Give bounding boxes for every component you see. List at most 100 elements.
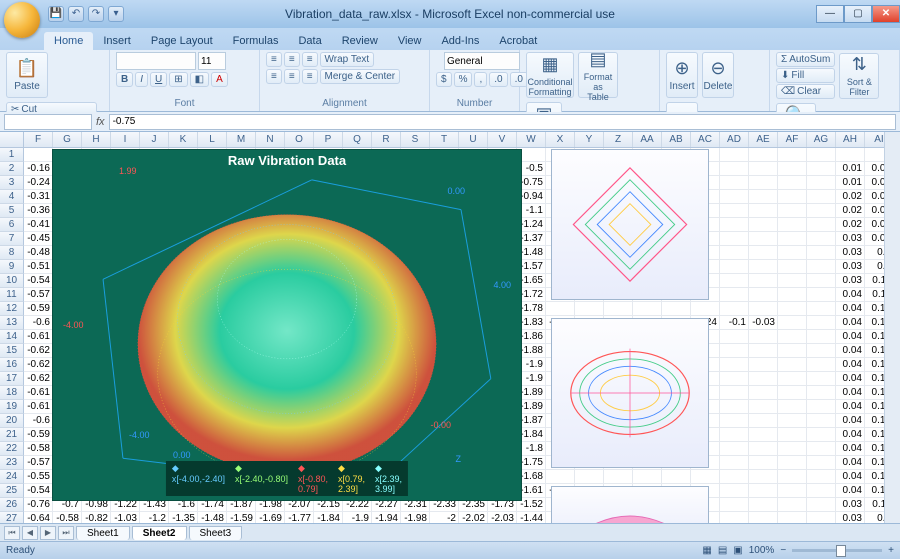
cell-AF21[interactable]: [778, 428, 807, 442]
cell-F13[interactable]: -0.6: [24, 316, 53, 330]
sheet-nav-next[interactable]: ▶: [40, 526, 56, 540]
clear-button[interactable]: ⌫ Clear: [776, 84, 835, 99]
cell-AE10[interactable]: [749, 274, 778, 288]
cell-AF12[interactable]: [778, 302, 807, 316]
cell-AE22[interactable]: [749, 442, 778, 456]
align-left-button[interactable]: ≡: [266, 69, 282, 84]
cell-AH6[interactable]: 0.02: [836, 218, 865, 232]
cell-AG24[interactable]: [807, 470, 836, 484]
cell-AF3[interactable]: [778, 176, 807, 190]
cell-AD20[interactable]: [720, 414, 749, 428]
fx-icon[interactable]: fx: [96, 116, 105, 128]
cell-AD23[interactable]: [720, 456, 749, 470]
align-top-button[interactable]: ≡: [266, 52, 282, 67]
cell-L27[interactable]: -1.48: [198, 512, 227, 523]
row-header-23[interactable]: 23: [0, 456, 24, 470]
tab-addins[interactable]: Add-Ins: [431, 32, 489, 50]
view-normal-icon[interactable]: ▦: [702, 545, 711, 556]
cell-AE3[interactable]: [749, 176, 778, 190]
cell-AF7[interactable]: [778, 232, 807, 246]
cell-F1[interactable]: [24, 148, 53, 162]
cell-AH17[interactable]: 0.04: [836, 372, 865, 386]
font-face-combo[interactable]: [116, 52, 196, 70]
col-header-S[interactable]: S: [401, 132, 430, 147]
cell-AD9[interactable]: [720, 260, 749, 274]
view-page-break-icon[interactable]: ▣: [733, 545, 742, 556]
cell-AF22[interactable]: [778, 442, 807, 456]
column-headers[interactable]: FGHIJKLMNOPQRSTUVWXYZAAABACADAEAFAGAHAIA…: [24, 132, 900, 148]
cell-AH20[interactable]: 0.04: [836, 414, 865, 428]
cell-AG20[interactable]: [807, 414, 836, 428]
cell-AG7[interactable]: [807, 232, 836, 246]
cell-Y24[interactable]: [575, 470, 604, 484]
tab-insert[interactable]: Insert: [93, 32, 141, 50]
cell-AD21[interactable]: [720, 428, 749, 442]
col-header-K[interactable]: K: [169, 132, 198, 147]
mini-chart-1[interactable]: [551, 149, 709, 300]
cell-AD6[interactable]: [720, 218, 749, 232]
cell-R27[interactable]: -1.94: [372, 512, 401, 523]
cell-S27[interactable]: -1.98: [401, 512, 430, 523]
cell-Y12[interactable]: [575, 302, 604, 316]
align-right-button[interactable]: ≡: [302, 69, 318, 84]
italic-button[interactable]: I: [135, 72, 148, 87]
cell-AF15[interactable]: [778, 344, 807, 358]
cell-F8[interactable]: -0.48: [24, 246, 53, 260]
row-header-21[interactable]: 21: [0, 428, 24, 442]
cell-AH21[interactable]: 0.04: [836, 428, 865, 442]
cell-AF11[interactable]: [778, 288, 807, 302]
col-header-AF[interactable]: AF: [778, 132, 807, 147]
cell-AE18[interactable]: [749, 386, 778, 400]
row-header-2[interactable]: 2: [0, 162, 24, 176]
row-header-14[interactable]: 14: [0, 330, 24, 344]
cell-AH23[interactable]: 0.04: [836, 456, 865, 470]
cell-F7[interactable]: -0.45: [24, 232, 53, 246]
cell-AF24[interactable]: [778, 470, 807, 484]
cell-AG2[interactable]: [807, 162, 836, 176]
sheet-tab-1[interactable]: Sheet1: [76, 526, 130, 540]
cell-Z24[interactable]: [604, 470, 633, 484]
fill-button[interactable]: ⬇ Fill: [776, 68, 835, 83]
cell-AH19[interactable]: 0.04: [836, 400, 865, 414]
cell-AF6[interactable]: [778, 218, 807, 232]
cell-F9[interactable]: -0.51: [24, 260, 53, 274]
inc-decimal-button[interactable]: .0: [489, 72, 507, 87]
cell-AF17[interactable]: [778, 372, 807, 386]
worksheet-grid[interactable]: FGHIJKLMNOPQRSTUVWXYZAAABACADAEAFAGAHAIA…: [0, 132, 900, 523]
cell-M27[interactable]: -1.59: [227, 512, 256, 523]
col-header-AE[interactable]: AE: [749, 132, 778, 147]
cell-AH11[interactable]: 0.04: [836, 288, 865, 302]
col-header-U[interactable]: U: [459, 132, 488, 147]
close-button[interactable]: ✕: [872, 5, 900, 23]
tab-home[interactable]: Home: [44, 32, 93, 50]
qat-more-icon[interactable]: ▾: [108, 6, 124, 22]
cell-F24[interactable]: -0.55: [24, 470, 53, 484]
col-header-Q[interactable]: Q: [343, 132, 372, 147]
cell-AD18[interactable]: [720, 386, 749, 400]
cell-AE2[interactable]: [749, 162, 778, 176]
cell-I27[interactable]: -1.03: [111, 512, 140, 523]
row-header-5[interactable]: 5: [0, 204, 24, 218]
row-header-17[interactable]: 17: [0, 372, 24, 386]
cell-AD19[interactable]: [720, 400, 749, 414]
cell-AE21[interactable]: [749, 428, 778, 442]
cell-X12[interactable]: [546, 302, 575, 316]
cell-AF5[interactable]: [778, 204, 807, 218]
row-header-11[interactable]: 11: [0, 288, 24, 302]
mini-chart-2[interactable]: [551, 318, 709, 468]
cell-AD14[interactable]: [720, 330, 749, 344]
col-header-V[interactable]: V: [488, 132, 517, 147]
cell-F18[interactable]: -0.61: [24, 386, 53, 400]
cell-AD22[interactable]: [720, 442, 749, 456]
cell-P27[interactable]: -1.84: [314, 512, 343, 523]
cell-AG19[interactable]: [807, 400, 836, 414]
row-header-7[interactable]: 7: [0, 232, 24, 246]
cell-AF26[interactable]: [778, 498, 807, 512]
cell-AE26[interactable]: [749, 498, 778, 512]
col-header-T[interactable]: T: [430, 132, 459, 147]
merge-center-button[interactable]: Merge & Center: [320, 69, 401, 84]
col-header-X[interactable]: X: [546, 132, 575, 147]
sheet-nav-last[interactable]: ⏭: [58, 526, 74, 540]
cell-F14[interactable]: -0.61: [24, 330, 53, 344]
col-header-M[interactable]: M: [227, 132, 256, 147]
